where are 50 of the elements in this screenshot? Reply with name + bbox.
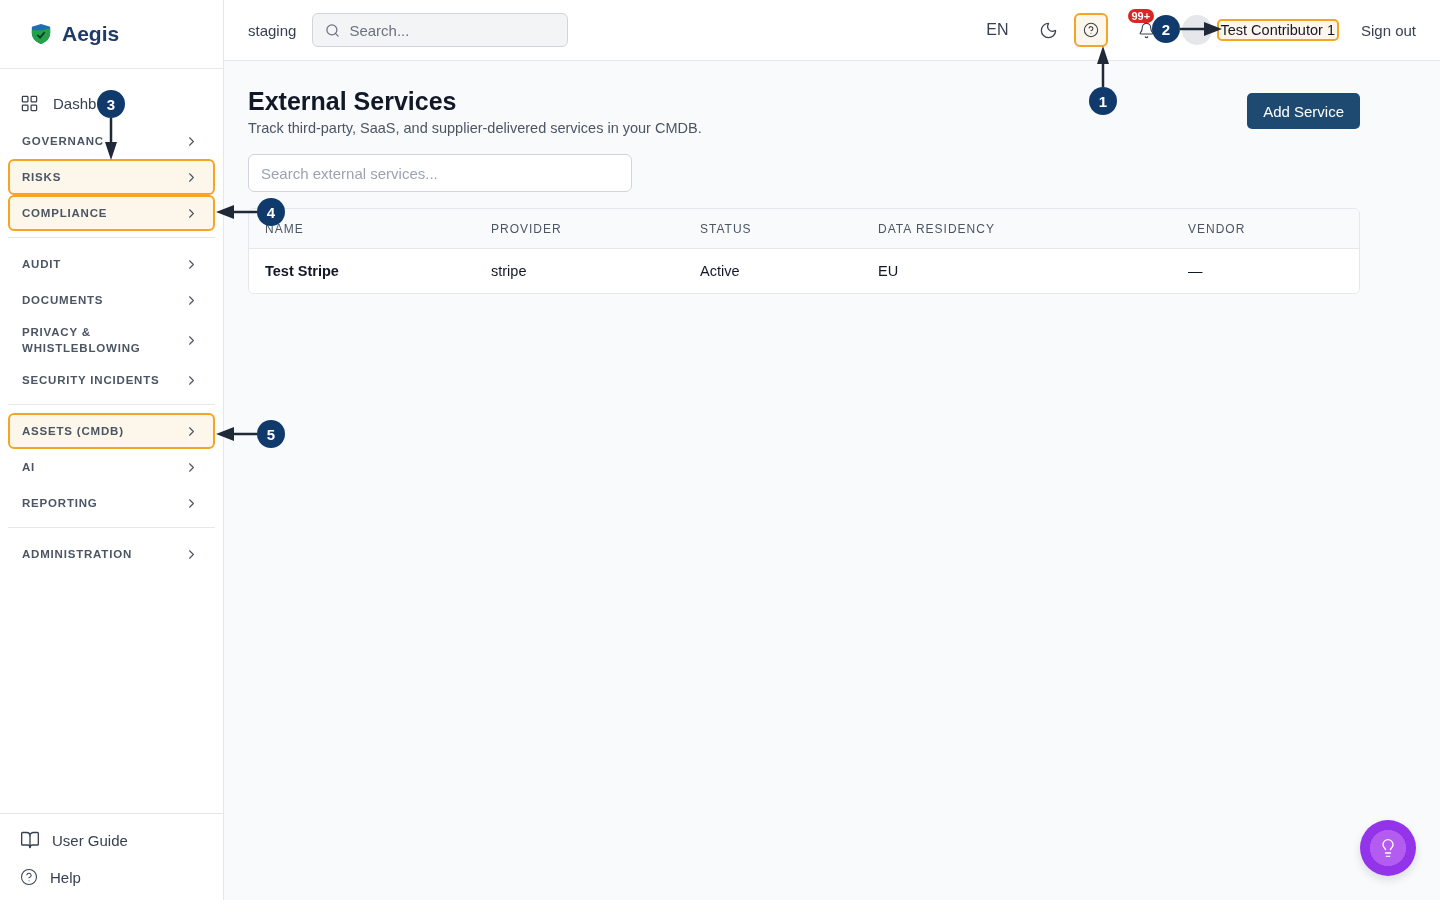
user-name: Test Contributor 1 <box>1216 19 1339 41</box>
sidebar-item[interactable]: RISKS <box>8 159 215 195</box>
callout-arrow <box>105 118 117 160</box>
sidebar-item[interactable]: AI <box>8 449 215 485</box>
sidebar-item[interactable]: COMPLIANCE <box>8 195 215 231</box>
user-guide-link[interactable]: User Guide <box>20 830 203 850</box>
callout-number: 5 <box>257 420 285 448</box>
sidebar-item[interactable]: REPORTING <box>8 485 215 521</box>
language-button[interactable]: EN <box>986 21 1009 39</box>
sidebar-item[interactable]: GOVERNANC <box>8 123 215 159</box>
table-cell-text: stripe <box>491 263 528 279</box>
sidebar-item[interactable]: SECURITY INCIDENTS <box>8 362 215 398</box>
column-header: DATA RESIDENCY <box>878 221 996 236</box>
assistant-button[interactable] <box>1360 820 1416 876</box>
search-field[interactable]: Search... <box>312 13 569 47</box>
sidebar-item[interactable]: AUDIT <box>8 246 215 282</box>
environment-label: staging <box>248 21 297 39</box>
service-search-field[interactable]: Search external services... <box>248 154 632 192</box>
callout-arrow <box>216 427 257 441</box>
column-header: PROVIDER <box>491 221 563 236</box>
callout-arrow <box>1097 46 1109 87</box>
help-icon <box>20 868 38 886</box>
callout-arrow <box>216 205 257 219</box>
sidebar-item[interactable]: ASSETS (CMDB) <box>8 413 215 449</box>
add-service-button[interactable]: Add Service <box>1247 93 1360 129</box>
sidebar-item[interactable]: DOCUMENTS <box>8 282 215 318</box>
table-cell-text: Active <box>700 263 741 279</box>
page-title: External Services <box>248 87 458 116</box>
sign-out-button[interactable]: Sign out <box>1360 21 1416 39</box>
callout-number: 1 <box>1089 87 1117 115</box>
help-button[interactable] <box>1073 13 1108 47</box>
table-cell-text: Test Stripe <box>265 263 340 279</box>
column-header: VENDOR <box>1188 221 1247 236</box>
sidebar-item[interactable]: PRIVACY & WHISTLEBLOWING <box>8 318 215 362</box>
search-icon <box>325 23 341 38</box>
book-icon <box>20 830 40 850</box>
brand-name: Aegis <box>62 22 120 46</box>
shield-logo-icon <box>30 23 52 45</box>
moon-icon[interactable] <box>1038 20 1058 40</box>
help-icon <box>1082 22 1099 38</box>
table-cell-text: — <box>1188 263 1204 279</box>
dashboard-icon <box>20 93 39 113</box>
bell-icon[interactable] <box>1138 21 1155 39</box>
sidebar-item[interactable]: ADMINISTRATION <box>8 536 215 572</box>
table-cell-text: EU <box>878 263 900 279</box>
notification-badge: 99+ <box>1127 9 1155 23</box>
callout-arrow <box>1180 22 1222 36</box>
column-header: STATUS <box>700 221 753 236</box>
page-subtitle: Track third-party, SaaS, and supplier-delivered services in your CMDB. <box>248 120 702 136</box>
help-link[interactable]: Help <box>20 868 203 886</box>
